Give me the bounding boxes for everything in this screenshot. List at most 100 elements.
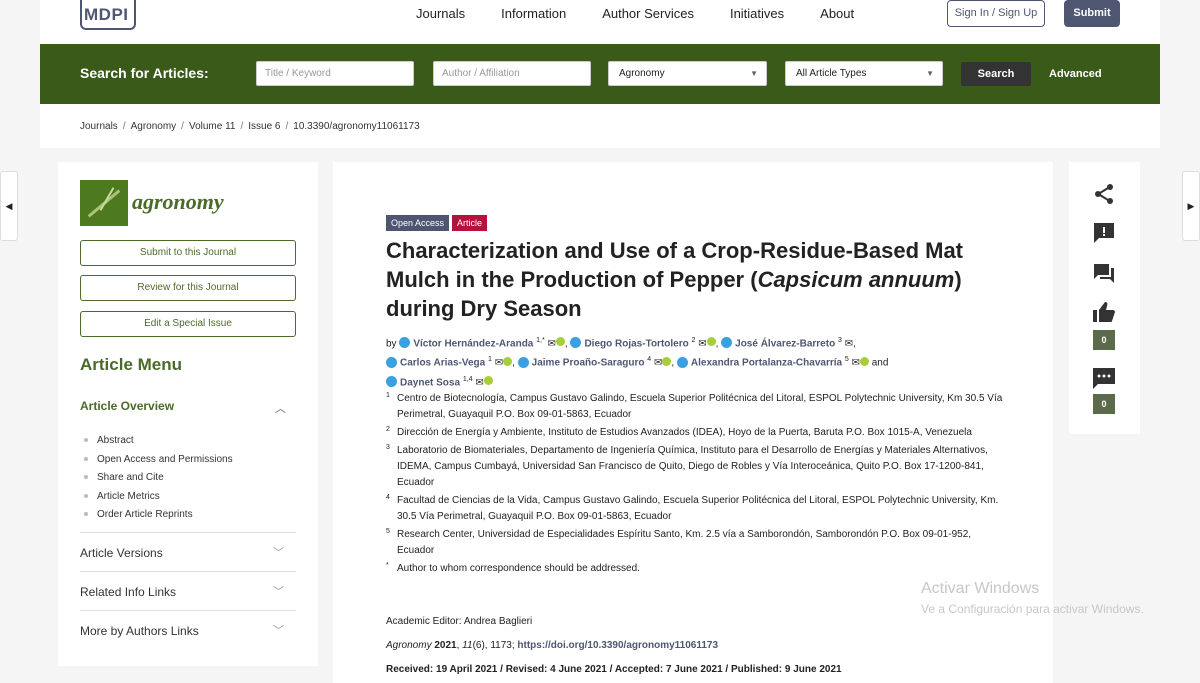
breadcrumb-agronomy[interactable]: Agronomy bbox=[131, 121, 177, 132]
nav-author-services[interactable]: Author Services bbox=[602, 0, 694, 28]
chevron-down-icon: ▼ bbox=[926, 69, 934, 78]
author-avatar-icon bbox=[721, 337, 733, 349]
affiliation-item: 5 Research Center, Universidad de Especia… bbox=[386, 528, 972, 556]
orcid-icon bbox=[483, 375, 493, 385]
left-sidebar: agronomy Submit to this Journal Review f… bbox=[58, 162, 318, 666]
chat-icon[interactable] bbox=[1092, 261, 1116, 283]
chevron-down-icon: ﹀ bbox=[273, 625, 284, 637]
breadcrumb-bar: Journals / Agronomy / Volume 11/Issue 6/10.3… bbox=[40, 104, 1160, 148]
article-overview-toggle[interactable]: Article Overview bbox=[80, 399, 174, 413]
prev-article-arrow[interactable]: ◀ bbox=[0, 171, 18, 241]
thumbs-up-icon[interactable] bbox=[1092, 300, 1116, 322]
title-keyword-input[interactable]: Title / Keyword bbox=[256, 61, 414, 86]
nav-initiatives[interactable]: Initiatives bbox=[730, 0, 784, 28]
author-link[interactable]: Alexandra Portalanza-Chavarría bbox=[691, 358, 842, 369]
author-link[interactable]: Carlos Arias-Vega bbox=[400, 358, 485, 369]
article-menu-title: Article Menu bbox=[80, 355, 183, 374]
review-for-journal-button[interactable]: Review for this Journal bbox=[80, 275, 296, 301]
breadcrumb-journals[interactable]: Journals bbox=[80, 121, 118, 132]
more-by-authors-toggle[interactable]: More by Authors Links ﹀ bbox=[80, 610, 296, 649]
email-icon: ✉ bbox=[653, 357, 663, 369]
author-affiliation-input[interactable]: Author / Affiliation bbox=[433, 61, 591, 86]
email-icon: ✉ bbox=[844, 338, 854, 350]
search-label: Search for Articles: bbox=[80, 65, 209, 81]
comments-count: 0 bbox=[1093, 394, 1115, 414]
email-icon: ✉ bbox=[547, 338, 556, 350]
author-link[interactable]: José Álvarez-Barreto bbox=[735, 338, 835, 349]
windows-activation-title: Activar Windows bbox=[921, 580, 1040, 597]
overview-item-metrics[interactable]: Article Metrics bbox=[84, 488, 233, 507]
overview-item-abstract[interactable]: Abstract bbox=[84, 432, 233, 451]
orcid-icon bbox=[555, 337, 565, 347]
article-versions-toggle[interactable]: Article Versions ﹀ bbox=[80, 532, 296, 571]
chevron-down-icon: ﹀ bbox=[273, 547, 284, 559]
report-icon[interactable] bbox=[1092, 221, 1116, 243]
and-label: and bbox=[871, 357, 889, 369]
search-button[interactable]: Search bbox=[961, 62, 1031, 86]
orcid-icon bbox=[662, 356, 672, 366]
doi-link[interactable]: https://doi.org/10.3390/agronomy11061173 bbox=[517, 640, 718, 651]
author-avatar-icon bbox=[570, 337, 582, 349]
author-list: by Víctor Hernández-Aranda 1,* ✉, Diego … bbox=[386, 337, 889, 388]
journal-select[interactable]: Agronomy ▼ bbox=[608, 61, 767, 86]
affiliation-item: 2 Dirección de Energía y Ambiente, Instit… bbox=[386, 426, 972, 438]
advanced-search-link[interactable]: Advanced bbox=[1049, 68, 1102, 80]
author-link[interactable]: Víctor Hernández-Aranda bbox=[413, 338, 533, 349]
article-badges: Open Access Article bbox=[386, 215, 488, 231]
author-avatar-icon bbox=[386, 375, 397, 387]
overview-list: Abstract Open Access and Permissions Sha… bbox=[84, 432, 233, 525]
main-nav: Journals Information Author Services Ini… bbox=[416, 0, 890, 28]
affiliation-item: 3 Laboratorio de Biomateriales, Departame… bbox=[386, 444, 988, 488]
chevron-down-icon: ﹀ bbox=[273, 586, 284, 598]
submit-to-journal-button[interactable]: Submit to this Journal bbox=[80, 240, 296, 266]
share-icon[interactable] bbox=[1092, 182, 1116, 204]
chevron-down-icon: ▼ bbox=[750, 69, 758, 78]
correspondence-note: * Author to whom correspondence should be… bbox=[386, 562, 640, 574]
likes-count: 0 bbox=[1093, 330, 1115, 350]
mdpi-logo[interactable]: MDPI bbox=[80, 0, 136, 32]
author-avatar-icon bbox=[399, 337, 411, 349]
comment-icon[interactable] bbox=[1092, 366, 1116, 389]
next-article-arrow[interactable]: ▶ bbox=[1182, 171, 1200, 241]
journal-name[interactable]: agronomy bbox=[132, 189, 224, 215]
edit-special-issue-button[interactable]: Edit a Special Issue bbox=[80, 311, 296, 337]
overview-item-share-cite[interactable]: Share and Cite bbox=[84, 469, 233, 488]
article-type-select[interactable]: All Article Types ▼ bbox=[785, 61, 943, 86]
nav-about[interactable]: About bbox=[820, 0, 854, 28]
submit-button[interactable]: Submit bbox=[1064, 0, 1120, 27]
author-avatar-icon bbox=[517, 356, 529, 368]
article-type-value: All Article Types bbox=[796, 68, 867, 79]
article-toolbar: 0 0 bbox=[1069, 162, 1140, 434]
article-title: Characterization and Use of a Crop-Resid… bbox=[386, 238, 964, 321]
top-navbar: MDPI Journals Information Author Service… bbox=[40, 0, 1160, 44]
search-bar: Search for Articles: Title / Keyword Aut… bbox=[40, 44, 1160, 104]
author-link[interactable]: Jaime Proaño-Saraguro bbox=[532, 358, 645, 369]
author-avatar-icon bbox=[386, 356, 397, 368]
sign-in-button[interactable]: Sign In / Sign Up bbox=[947, 0, 1045, 27]
academic-editor: Academic Editor: Andrea Baglieri bbox=[386, 616, 533, 627]
breadcrumb-volume[interactable]: Volume 11 bbox=[189, 121, 236, 132]
journal-cover-image[interactable] bbox=[80, 180, 128, 226]
nav-journals[interactable]: Journals bbox=[416, 0, 465, 28]
email-icon: ✉ bbox=[698, 338, 707, 350]
article-type-badge: Article bbox=[452, 215, 488, 231]
overview-item-reprints[interactable]: Order Article Reprints bbox=[84, 506, 233, 525]
affiliation-item: 4 Facultad de Ciencias de la Vida, Campus… bbox=[386, 494, 999, 522]
author-link[interactable]: Daynet Sosa bbox=[400, 377, 460, 388]
overview-item-open-access[interactable]: Open Access and Permissions bbox=[84, 451, 233, 470]
author-link[interactable]: Diego Rojas-Tortolero bbox=[584, 338, 688, 349]
windows-activation-subtitle: Ve a Configuración para activar Windows. bbox=[921, 602, 1144, 616]
publication-dates: Received: 19 April 2021 / Revised: 4 Jun… bbox=[386, 664, 842, 675]
journal-select-value: Agronomy bbox=[619, 68, 665, 79]
email-icon: ✉ bbox=[494, 357, 504, 369]
chevron-up-icon[interactable]: ︿ bbox=[275, 400, 286, 416]
breadcrumb-issue[interactable]: Issue 6 bbox=[248, 121, 280, 132]
related-info-toggle[interactable]: Related Info Links ﹀ bbox=[80, 571, 296, 610]
breadcrumb-doi[interactable]: 10.3390/agronomy11061173 bbox=[293, 121, 419, 132]
open-access-badge[interactable]: Open Access bbox=[386, 215, 450, 231]
by-label: by bbox=[386, 338, 397, 350]
affiliations: 1 Centro de Biotecnología, Campus Gustavo… bbox=[386, 391, 1006, 579]
affiliation-item: 1 Centro de Biotecnología, Campus Gustavo… bbox=[386, 392, 1003, 420]
breadcrumb: Journals / Agronomy / Volume 11/Issue 6/10.3… bbox=[80, 121, 420, 132]
nav-information[interactable]: Information bbox=[501, 0, 566, 28]
